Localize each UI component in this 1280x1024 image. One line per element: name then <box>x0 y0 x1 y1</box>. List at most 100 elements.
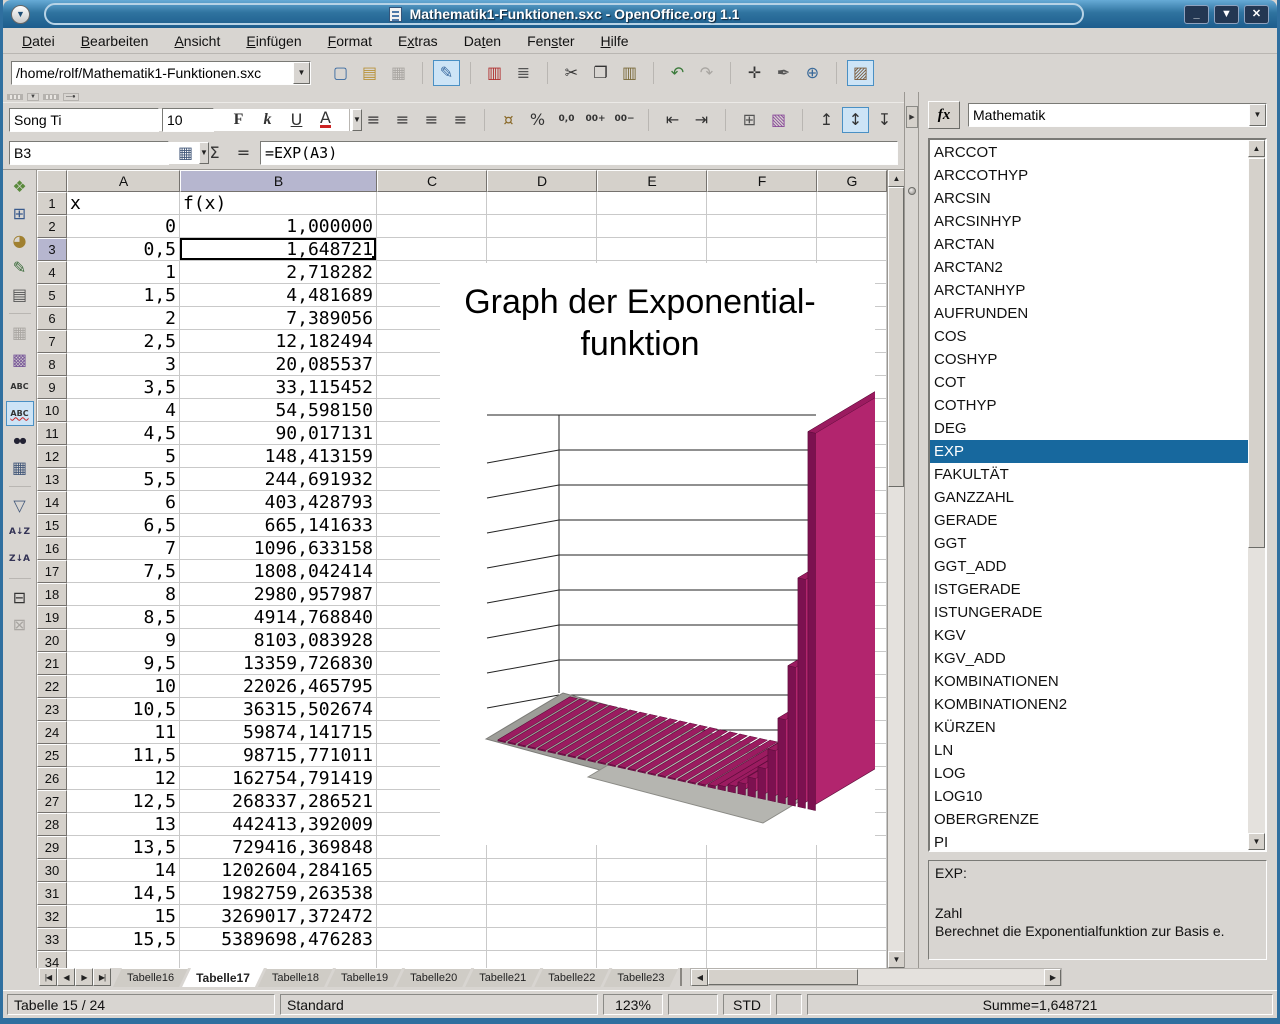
cell-A8[interactable]: 3 <box>67 353 180 376</box>
increase-indent-button[interactable]: ⇥ <box>688 107 715 133</box>
tab-scroll-splitter[interactable] <box>680 968 688 986</box>
scroll-left-button[interactable]: ◀ <box>691 969 708 986</box>
cell-B29[interactable]: 729416,369848 <box>180 836 377 859</box>
cell-B23[interactable]: 36315,502674 <box>180 698 377 721</box>
column-header-E[interactable]: E <box>597 170 707 192</box>
cell-B22[interactable]: 22026,465795 <box>180 675 377 698</box>
cell-B30[interactable]: 1202604,284165 <box>180 859 377 882</box>
status-insert-mode[interactable]: STD <box>723 994 771 1015</box>
row-header-29[interactable]: 29 <box>37 836 67 859</box>
column-header-F[interactable]: F <box>707 170 817 192</box>
function-item-ARCTANHYP[interactable]: ARCTANHYP <box>930 279 1248 302</box>
cell-A29[interactable]: 13,5 <box>67 836 180 859</box>
cell-G33[interactable] <box>817 928 887 951</box>
cell-B17[interactable]: 1808,042414 <box>180 560 377 583</box>
cell-B7[interactable]: 12,182494 <box>180 330 377 353</box>
cell-A31[interactable]: 14,5 <box>67 882 180 905</box>
cell-B31[interactable]: 1982759,263538 <box>180 882 377 905</box>
cell-B26[interactable]: 162754,791419 <box>180 767 377 790</box>
list-scroll-up-button[interactable]: ▲ <box>1248 140 1265 157</box>
menu-ansicht[interactable]: Ansicht <box>161 30 233 52</box>
cell-D32[interactable] <box>487 905 597 928</box>
sheet-tab-tabelle21[interactable]: Tabelle21 <box>465 968 540 987</box>
number-percent-button[interactable]: % <box>524 107 551 133</box>
function-item-DEG[interactable]: DEG <box>930 417 1248 440</box>
data-sources-button[interactable]: ▦ <box>6 455 34 480</box>
stylist-button[interactable]: ✒ <box>770 60 797 86</box>
function-item-GGT[interactable]: GGT <box>930 532 1248 555</box>
cell-D30[interactable] <box>487 859 597 882</box>
menu-fenster[interactable]: Fenster <box>514 30 587 52</box>
function-item-ISTGERADE[interactable]: ISTGERADE <box>930 578 1248 601</box>
menu-bearbeiten[interactable]: Bearbeiten <box>68 30 162 52</box>
function-item-KÜRZEN[interactable]: KÜRZEN <box>930 716 1248 739</box>
close-button[interactable]: ✕ <box>1244 5 1269 24</box>
paste-button[interactable]: ▥ <box>616 60 643 86</box>
function-button[interactable]: = <box>230 140 257 166</box>
italic-button[interactable]: k <box>254 107 281 133</box>
cell-C30[interactable] <box>377 859 487 882</box>
cell-A21[interactable]: 9,5 <box>67 652 180 675</box>
horizontal-scroll-thumb[interactable] <box>708 969 858 985</box>
hyperlink-button[interactable]: ⊕ <box>799 60 826 86</box>
cell-A7[interactable]: 2,5 <box>67 330 180 353</box>
cell-B16[interactable]: 1096,633158 <box>180 537 377 560</box>
copy-button[interactable]: ❐ <box>587 60 614 86</box>
row-header-23[interactable]: 23 <box>37 698 67 721</box>
url-dropdown-button[interactable]: ▼ <box>293 62 310 84</box>
cell-A27[interactable]: 12,5 <box>67 790 180 813</box>
row-header-21[interactable]: 21 <box>37 652 67 675</box>
cell-F2[interactable] <box>707 215 817 238</box>
cell-A5[interactable]: 1,5 <box>67 284 180 307</box>
cell-F30[interactable] <box>707 859 817 882</box>
menu-format[interactable]: Format <box>315 30 385 52</box>
function-item-ARCTAN[interactable]: ARCTAN <box>930 233 1248 256</box>
url-input[interactable] <box>12 62 293 84</box>
cell-B6[interactable]: 7,389056 <box>180 307 377 330</box>
gallery-button[interactable]: ▨ <box>847 60 874 86</box>
cell-E34[interactable] <box>597 951 707 968</box>
cell-G31[interactable] <box>817 882 887 905</box>
panel-splitter[interactable]: ▶ <box>904 92 919 968</box>
row-header-11[interactable]: 11 <box>37 422 67 445</box>
next-sheet-button[interactable]: ▶ <box>75 968 93 986</box>
align-right-button[interactable]: ≡ <box>418 107 445 133</box>
cell-A15[interactable]: 6,5 <box>67 514 180 537</box>
formula-input[interactable] <box>261 142 897 164</box>
cell-D34[interactable] <box>487 951 597 968</box>
cell-A23[interactable]: 10,5 <box>67 698 180 721</box>
choose-themes-button[interactable]: ▩ <box>6 347 34 372</box>
function-item-OBERGRENZE[interactable]: OBERGRENZE <box>930 808 1248 831</box>
sheet-tab-tabelle18[interactable]: Tabelle18 <box>258 968 333 987</box>
cell-E31[interactable] <box>597 882 707 905</box>
cell-D33[interactable] <box>487 928 597 951</box>
list-scroll-down-button[interactable]: ▼ <box>1248 833 1265 850</box>
chart-object[interactable]: Graph der Exponential-funktion <box>440 263 875 845</box>
toolbar-collapse-button[interactable]: ▼ <box>27 93 39 101</box>
list-scroll-thumb[interactable] <box>1248 158 1265 548</box>
category-dropdown-button[interactable]: ▼ <box>1249 104 1266 126</box>
sheet-tab-tabelle16[interactable]: Tabelle16 <box>113 968 188 987</box>
row-header-32[interactable]: 32 <box>37 905 67 928</box>
insert-button[interactable]: ❖ <box>6 174 34 199</box>
row-header-33[interactable]: 33 <box>37 928 67 951</box>
cell-C33[interactable] <box>377 928 487 951</box>
sheet-tab-tabelle19[interactable]: Tabelle19 <box>327 968 402 987</box>
cell-B9[interactable]: 33,115452 <box>180 376 377 399</box>
cell-G30[interactable] <box>817 859 887 882</box>
minimize-button[interactable]: _ <box>1184 5 1209 24</box>
function-item-GGT_ADD[interactable]: GGT_ADD <box>930 555 1248 578</box>
spellcheck-button[interactable]: ABC <box>6 374 34 399</box>
cell-F31[interactable] <box>707 882 817 905</box>
cell-A14[interactable]: 6 <box>67 491 180 514</box>
row-header-17[interactable]: 17 <box>37 560 67 583</box>
group-button[interactable]: ⊟ <box>6 585 34 610</box>
open-document-button[interactable]: ▤ <box>356 60 383 86</box>
function-item-COSHYP[interactable]: COSHYP <box>930 348 1248 371</box>
navigator-button[interactable]: ✛ <box>741 60 768 86</box>
menu-daten[interactable]: Daten <box>451 30 514 52</box>
justify-button[interactable]: ≡ <box>447 107 474 133</box>
cell-A2[interactable]: 0 <box>67 215 180 238</box>
menu-hilfe[interactable]: Hilfe <box>588 30 642 52</box>
cell-G1[interactable] <box>817 192 887 215</box>
